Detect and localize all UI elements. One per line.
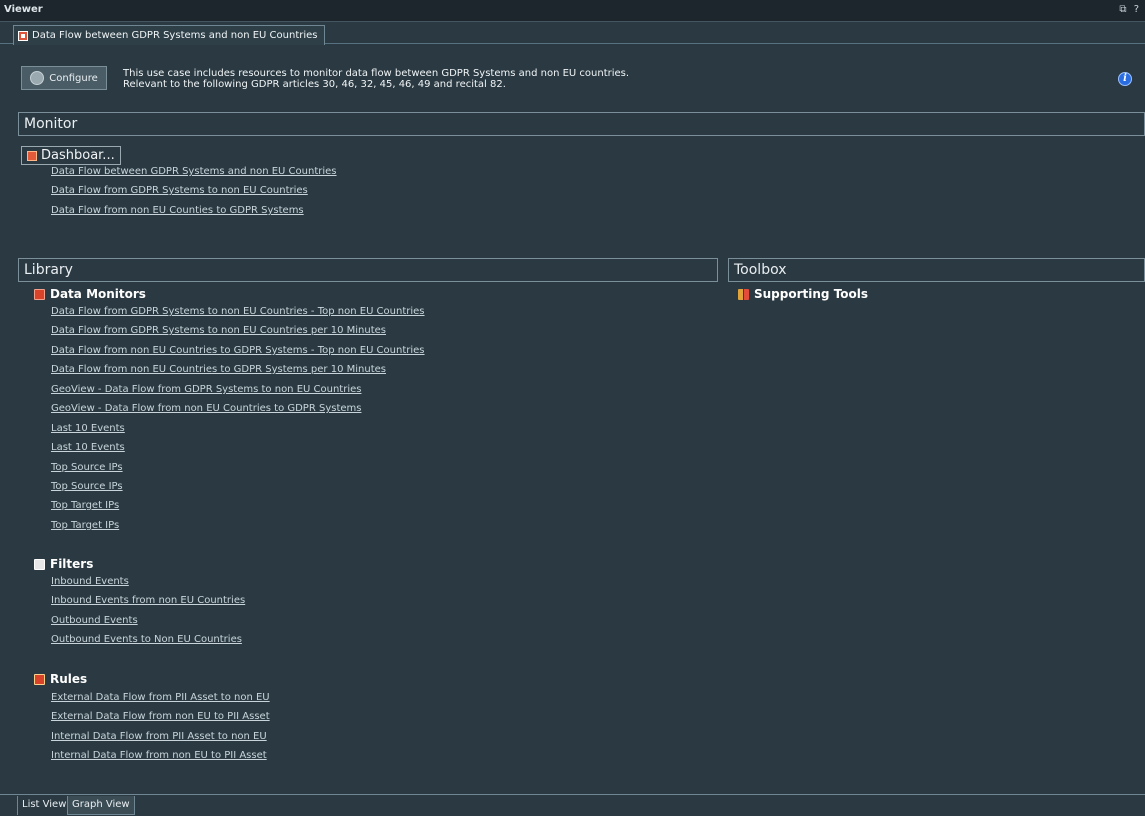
monitor-link-2[interactable]: Data Flow from GDPR Systems to non EU Co… [51, 185, 308, 196]
rule-link-1[interactable]: External Data Flow from PII Asset to non… [51, 692, 270, 703]
data-monitor-link-10[interactable]: Top Source IPs [51, 481, 123, 492]
configure-button[interactable]: Configure [21, 66, 107, 90]
library-section-header: Library [18, 258, 718, 282]
window-controls: ⧉ ? [1115, 4, 1139, 15]
home-icon [27, 150, 37, 161]
data-monitor-link-3[interactable]: Data Flow from non EU Countries to GDPR … [51, 345, 425, 356]
description-line-1: This use case includes resources to moni… [123, 68, 630, 79]
dashboard-button[interactable]: Dashboar... [21, 146, 121, 165]
help-icon[interactable]: ? [1134, 4, 1139, 15]
monitor-link-3[interactable]: Data Flow from non EU Counties to GDPR S… [51, 205, 304, 216]
filter-link-2[interactable]: Inbound Events from non EU Countries [51, 595, 245, 606]
toolbox-section-header: Toolbox [728, 258, 1145, 282]
configure-label: Configure [49, 72, 98, 84]
tab-data-flow[interactable]: Data Flow between GDPR Systems and non E… [13, 25, 325, 45]
data-monitors-title: Data Monitors [50, 287, 146, 301]
data-monitor-icon [34, 288, 45, 300]
rule-link-2[interactable]: External Data Flow from non EU to PII As… [51, 711, 270, 722]
data-monitor-link-4[interactable]: Data Flow from non EU Countries to GDPR … [51, 364, 386, 375]
data-monitor-link-12[interactable]: Top Target IPs [51, 520, 119, 531]
rule-icon [34, 673, 45, 685]
monitor-title: Monitor [24, 116, 78, 132]
filter-icon [34, 558, 45, 570]
data-monitor-link-1[interactable]: Data Flow from GDPR Systems to non EU Co… [51, 306, 425, 317]
rule-link-3[interactable]: Internal Data Flow from PII Asset to non… [51, 731, 267, 742]
monitor-link-1[interactable]: Data Flow between GDPR Systems and non E… [51, 166, 337, 177]
data-monitor-link-9[interactable]: Top Source IPs [51, 462, 123, 473]
rules-group: Rules [34, 672, 87, 686]
window-titlebar: Viewer ⧉ ? [0, 0, 1145, 22]
filters-group: Filters [34, 557, 93, 571]
tab-graph-view[interactable]: Graph View [67, 796, 135, 815]
filter-link-1[interactable]: Inbound Events [51, 576, 129, 587]
info-icon[interactable]: i [1118, 72, 1132, 86]
dashboard-label: Dashboar... [41, 148, 115, 163]
rules-title: Rules [50, 672, 88, 686]
data-monitor-link-6[interactable]: GeoView - Data Flow from non EU Countrie… [51, 403, 361, 414]
tools-icon [738, 288, 749, 300]
filter-link-3[interactable]: Outbound Events [51, 615, 138, 626]
tab-list-view[interactable]: List View [17, 796, 72, 815]
data-monitor-link-5[interactable]: GeoView - Data Flow from GDPR Systems to… [51, 384, 361, 395]
supporting-tools-title: Supporting Tools [754, 287, 869, 301]
detach-icon[interactable]: ⧉ [1119, 4, 1126, 15]
data-monitors-group: Data Monitors [34, 287, 146, 301]
view-tab-bar: List View Graph View [0, 794, 1145, 816]
filter-link-4[interactable]: Outbound Events to Non EU Countries [51, 634, 242, 645]
data-monitor-link-2[interactable]: Data Flow from GDPR Systems to non EU Co… [51, 325, 386, 336]
data-monitor-link-7[interactable]: Last 10 Events [51, 423, 125, 434]
data-monitor-link-11[interactable]: Top Target IPs [51, 500, 119, 511]
use-case-description: This use case includes resources to moni… [123, 68, 629, 90]
tab-strip: Data Flow between GDPR Systems and non E… [0, 22, 1145, 45]
tab-label: Data Flow between GDPR Systems and non E… [32, 30, 318, 41]
supporting-tools-group[interactable]: Supporting Tools [738, 287, 868, 301]
gear-icon [30, 71, 45, 85]
dashboard-icon [18, 30, 28, 41]
rule-link-4[interactable]: Internal Data Flow from non EU to PII As… [51, 750, 267, 761]
filters-title: Filters [50, 557, 94, 571]
description-line-2: Relevant to the following GDPR articles … [123, 79, 506, 90]
window-title: Viewer [4, 4, 43, 15]
toolbox-title: Toolbox [734, 262, 787, 278]
monitor-section-header: Monitor [18, 112, 1145, 136]
library-title: Library [24, 262, 73, 278]
data-monitor-link-8[interactable]: Last 10 Events [51, 442, 125, 453]
